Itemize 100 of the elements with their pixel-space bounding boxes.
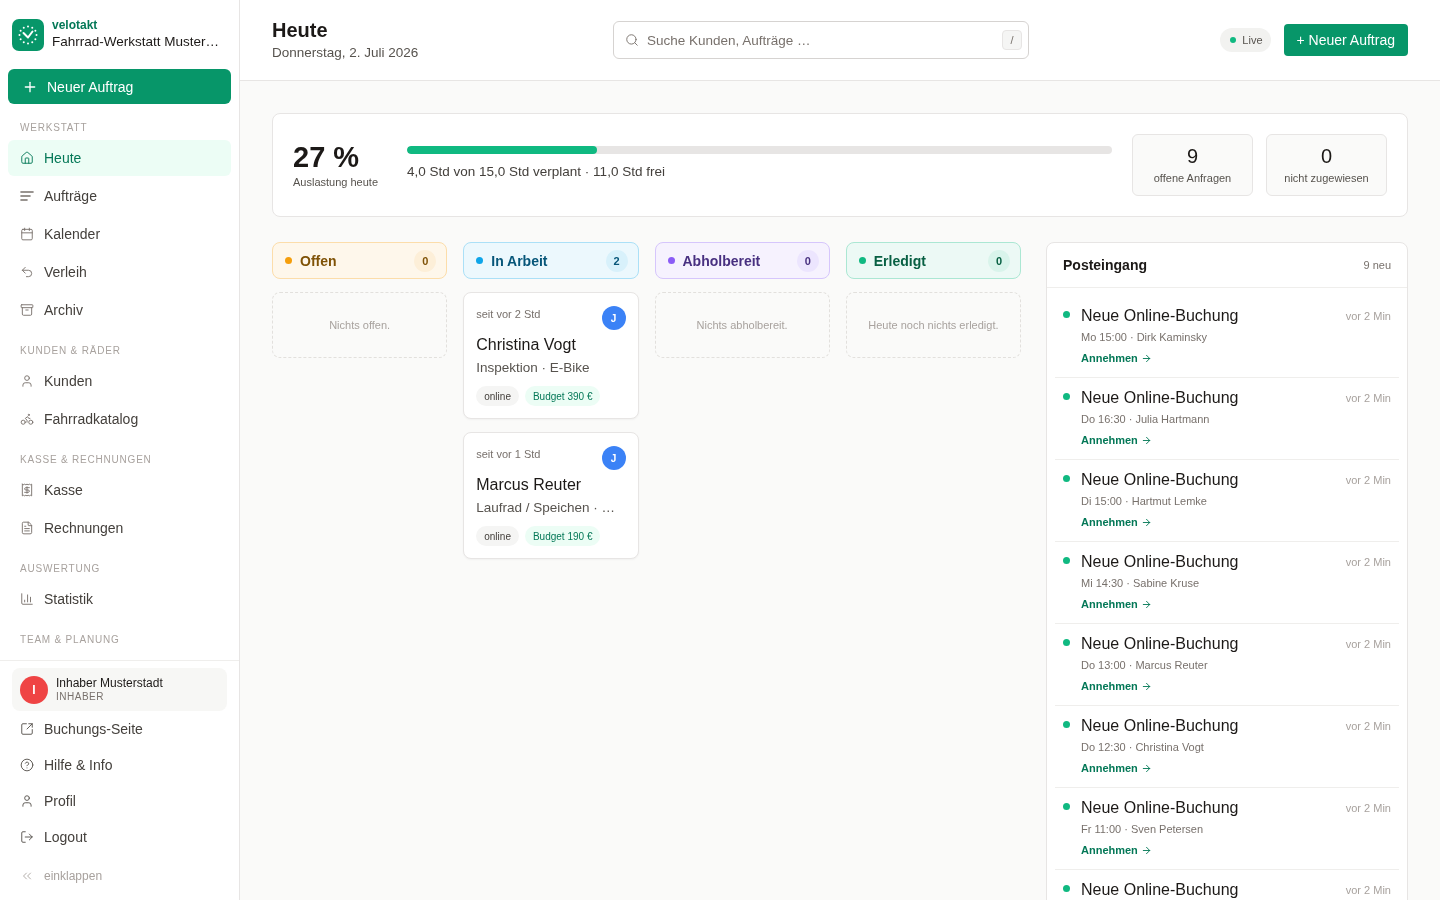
booking-time: vor 2 Min	[1345, 638, 1391, 650]
customer-name: Christina Vogt	[476, 335, 577, 355]
booking-title: Neue Online-Buchung	[1081, 388, 1239, 408]
nav-link[interactable]: Buchungs-Seite	[8, 711, 231, 747]
source-tag: online	[476, 526, 519, 546]
nav-link[interactable]: Logout	[8, 819, 231, 855]
booking-time: vor 2 Min	[1345, 310, 1391, 322]
bar-chart-icon	[20, 592, 34, 606]
accept-link[interactable]: Annehmen	[1081, 597, 1152, 611]
chevrons-left-icon	[20, 869, 34, 883]
service-text: Laufrad / Speichen · …	[476, 499, 617, 517]
arrow-right-icon	[1140, 680, 1152, 692]
column-title: Abholbereit	[682, 252, 762, 269]
booking-title: Neue Online-Buchung	[1081, 634, 1239, 654]
booking-title: Neue Online-Buchung	[1081, 306, 1239, 326]
booking-title: Neue Online-Buchung	[1081, 552, 1239, 572]
external-link-icon	[20, 722, 34, 736]
accept-link[interactable]: Annehmen	[1081, 351, 1152, 365]
arrow-right-icon	[1140, 844, 1152, 856]
booking-title: Neue Online-Buchung	[1081, 716, 1239, 736]
nav-item[interactable]: Kunden	[8, 363, 231, 399]
section-label: TEAM & PLANUNG	[19, 634, 121, 646]
utilization-value: 27 %	[293, 141, 361, 173]
assignee-avatar: J	[601, 306, 626, 330]
section-label: KASSE & RECHNUNGEN	[19, 454, 153, 466]
nav-item[interactable]: Archiv	[8, 292, 231, 328]
logout-icon	[20, 830, 34, 844]
inbox-count: 9 neu	[1363, 259, 1391, 271]
budget-tag: Budget 390 €	[524, 386, 601, 406]
card-time: seit vor 1 Std	[476, 447, 541, 461]
empty-text: Nichts offen.	[329, 318, 391, 332]
capacity-text: 4,0 Std von 15,0 Std verplant · 11,0 Std frei	[407, 162, 666, 181]
curved-arrow-icon	[20, 265, 34, 279]
live-label: Live	[1242, 34, 1263, 46]
accept-link[interactable]: Annehmen	[1081, 843, 1152, 857]
arrow-right-icon	[1140, 434, 1152, 446]
inbox-title: Posteingang	[1063, 257, 1147, 273]
nav-item[interactable]: Kalender	[8, 216, 231, 252]
user-icon	[20, 374, 34, 388]
accept-link[interactable]: Annehmen	[1081, 433, 1152, 447]
stat-label: nicht zugewiesen	[1284, 171, 1369, 185]
nav-item[interactable]: Aufträge	[8, 178, 231, 214]
booking-details: Mo 15:00 · Dirk Kaminsky	[1081, 330, 1207, 344]
booking-time: vor 2 Min	[1345, 802, 1391, 814]
new-order-button[interactable]: + Neuer Auftrag	[1283, 24, 1408, 56]
document-icon	[20, 521, 34, 535]
shortcut-key: /	[1002, 30, 1022, 50]
order-card[interactable]: seit vor 1 Std J Marcus Reuter Laufrad / Speichen · … online Budget 190 €	[463, 432, 639, 559]
nav-link[interactable]: Hilfe & Info	[8, 747, 231, 783]
archive-icon	[20, 303, 34, 317]
user-role: INHABER	[56, 690, 105, 703]
column-title: In Arbeit	[491, 252, 549, 269]
nav-item[interactable]: Statistik	[8, 581, 231, 617]
help-icon	[20, 758, 34, 772]
nav-item[interactable]: Fahrradkatalog	[8, 401, 231, 437]
arrow-right-icon	[1140, 516, 1152, 528]
nav-item[interactable]: Verleih	[8, 254, 231, 290]
count-badge: 0	[988, 249, 1010, 272]
booking-title: Neue Online-Buchung	[1081, 798, 1239, 818]
list-icon	[20, 189, 34, 203]
booking-details: Fr 11:00 · Sven Petersen	[1081, 822, 1204, 836]
booking-time: vor 2 Min	[1345, 720, 1391, 732]
user-icon	[20, 794, 34, 808]
accept-link[interactable]: Annehmen	[1081, 679, 1152, 693]
booking-time: vor 2 Min	[1345, 392, 1391, 404]
booking-title: Neue Online-Buchung	[1081, 880, 1239, 900]
booking-details: Do 12:30 · Christina Vogt	[1081, 740, 1204, 754]
assignee-avatar: J	[601, 446, 626, 470]
logo-icon	[12, 18, 44, 51]
column-title: Erledigt	[873, 252, 927, 269]
user-card[interactable]: I Inhaber Musterstadt INHABER	[12, 668, 227, 711]
booking-time: vor 2 Min	[1345, 474, 1391, 486]
booking-details: Di 15:00 · Hartmut Lemke	[1081, 494, 1207, 508]
page-date: Donnerstag, 2. Juli 2026	[272, 44, 420, 62]
nav-item[interactable]: Rechnungen	[8, 510, 231, 546]
accept-link[interactable]: Annehmen	[1081, 761, 1152, 775]
receipt-icon	[20, 483, 34, 497]
arrow-right-icon	[1140, 762, 1152, 774]
source-tag: online	[476, 386, 519, 406]
calendar-icon	[20, 227, 34, 241]
stat-value: 0	[1320, 145, 1333, 167]
order-card[interactable]: seit vor 2 Std J Christina Vogt Inspektion · E-Bike online Budget 390 €	[463, 292, 639, 419]
booking-title: Neue Online-Buchung	[1081, 470, 1239, 490]
booking-details: Do 13:00 · Marcus Reuter	[1081, 658, 1208, 672]
new-order-button[interactable]: Neuer Auftrag	[8, 69, 231, 104]
home-icon	[20, 151, 34, 165]
count-badge: 2	[605, 249, 628, 272]
section-label: WERKSTATT	[19, 122, 89, 134]
card-time: seit vor 2 Std	[476, 307, 541, 321]
user-avatar: I	[20, 675, 48, 704]
nav-item[interactable]: Kasse	[8, 472, 231, 508]
booking-time: vor 2 Min	[1345, 556, 1391, 568]
accept-link[interactable]: Annehmen	[1081, 515, 1152, 529]
stat-label: offene Anfragen	[1153, 171, 1232, 185]
empty-text: Heute noch nichts erledigt.	[868, 318, 999, 332]
empty-text: Nichts abholbereit.	[696, 318, 788, 332]
customer-name: Marcus Reuter	[476, 475, 583, 495]
nav-link[interactable]: Profil	[8, 783, 231, 819]
nav-item[interactable]: Heute	[8, 140, 231, 176]
stat-value: 9	[1186, 145, 1199, 167]
